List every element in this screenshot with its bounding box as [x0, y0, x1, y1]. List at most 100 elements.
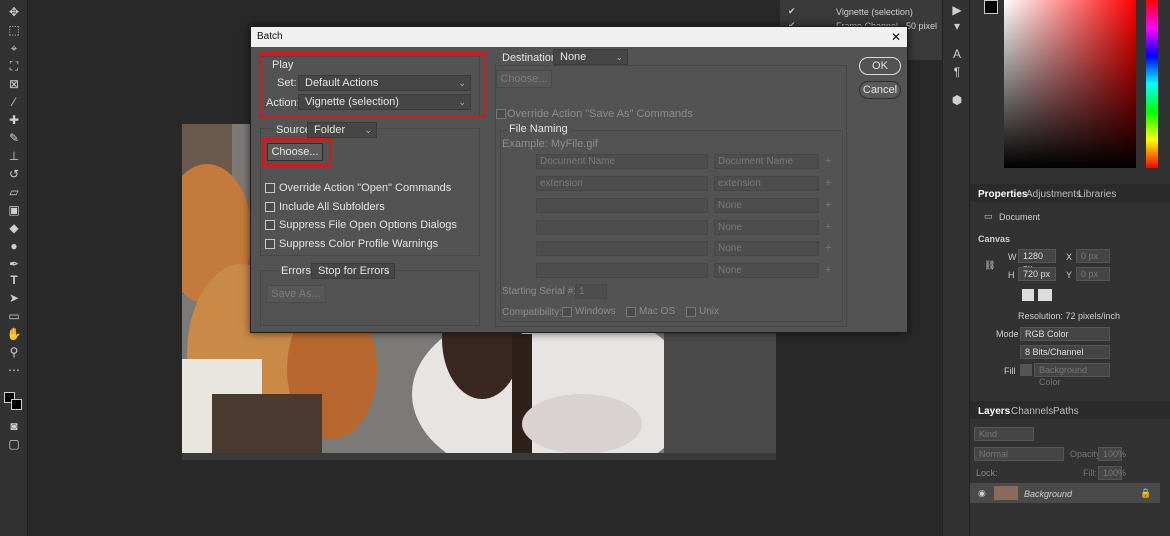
- paragraph-icon[interactable]: ¶: [948, 64, 966, 80]
- errors-select[interactable]: Stop for Errors ⌄: [311, 263, 395, 279]
- source-value: Folder: [314, 124, 346, 136]
- pen-tool-icon[interactable]: ✒: [5, 256, 23, 272]
- plus-icon[interactable]: +: [825, 221, 831, 233]
- plus-icon[interactable]: +: [825, 242, 831, 254]
- destination-choose-button[interactable]: Choose...: [496, 70, 552, 88]
- brush-tool-icon[interactable]: ✎: [5, 130, 23, 146]
- history-brush-tool-icon[interactable]: ↺: [5, 166, 23, 182]
- crop-tool-icon[interactable]: ⛶: [5, 58, 23, 74]
- override-open-checkbox[interactable]: [265, 183, 275, 193]
- suppress-profile-checkbox[interactable]: [265, 239, 275, 249]
- compat-mac-label: Mac OS: [639, 306, 676, 317]
- naming-field-1[interactable]: Document Name: [536, 154, 708, 169]
- naming-select-5[interactable]: None: [714, 241, 819, 256]
- suppress-open-options-checkbox[interactable]: [265, 220, 275, 230]
- 3d-icon[interactable]: ⬢: [948, 92, 966, 108]
- color-picker-field[interactable]: [1004, 0, 1136, 168]
- source-select[interactable]: Folder ⌄: [307, 122, 377, 138]
- tab-layers[interactable]: Layers: [978, 406, 1010, 417]
- plus-icon[interactable]: +: [825, 199, 831, 211]
- character-icon[interactable]: A: [948, 46, 966, 62]
- layer-kind-filter[interactable]: Kind: [974, 427, 1034, 441]
- compat-unix-checkbox[interactable]: [686, 307, 696, 317]
- height-field[interactable]: 720 px: [1018, 267, 1056, 281]
- plus-icon[interactable]: +: [825, 177, 831, 189]
- plus-icon[interactable]: +: [825, 264, 831, 276]
- quick-mask-icon[interactable]: ◙: [5, 418, 23, 434]
- canvas-section-label[interactable]: Canvas: [978, 234, 1010, 244]
- serial-field[interactable]: 1: [575, 284, 607, 299]
- naming-select-4[interactable]: None: [714, 220, 819, 235]
- include-subfolders-checkbox[interactable]: [265, 202, 275, 212]
- width-field[interactable]: 1280 px: [1018, 249, 1056, 273]
- shape-tool-icon[interactable]: ▭: [5, 308, 23, 324]
- compat-unix-label: Unix: [699, 306, 720, 317]
- naming-field-2[interactable]: extension: [536, 176, 708, 191]
- link-icon[interactable]: ⛓: [984, 260, 995, 271]
- screen-mode-icon[interactable]: ▢: [5, 436, 23, 452]
- blur-tool-icon[interactable]: ◆: [5, 220, 23, 236]
- action-item[interactable]: Vignette (selection): [836, 7, 913, 17]
- stamp-tool-icon[interactable]: ⊥: [5, 148, 23, 164]
- color-swatch[interactable]: [984, 0, 998, 14]
- highlight-box-choose: [262, 138, 332, 167]
- play-icon[interactable]: ▶: [948, 2, 966, 18]
- marquee-tool-icon[interactable]: ⬚: [5, 22, 23, 38]
- naming-select-1[interactable]: Document Name: [714, 154, 819, 169]
- cancel-button[interactable]: Cancel: [859, 81, 901, 99]
- more-tools-icon[interactable]: ⋯: [5, 362, 23, 378]
- type-tool-icon[interactable]: T: [5, 272, 23, 288]
- layer-name[interactable]: Background: [1024, 489, 1072, 499]
- destination-label: Destination:: [502, 52, 561, 64]
- gradient-tool-icon[interactable]: ▣: [5, 202, 23, 218]
- override-save-as-checkbox[interactable]: [496, 109, 506, 119]
- check-icon: ✔: [788, 6, 796, 16]
- lasso-tool-icon[interactable]: ⌖: [5, 40, 23, 56]
- tab-properties[interactable]: Properties: [978, 189, 1027, 200]
- fill-opacity-field[interactable]: 100%: [1098, 466, 1126, 480]
- tab-channels[interactable]: Channels: [1011, 406, 1053, 417]
- mode-select[interactable]: RGB Color: [1020, 327, 1110, 341]
- naming-field-5[interactable]: [536, 241, 708, 256]
- eraser-tool-icon[interactable]: ▱: [5, 184, 23, 200]
- naming-select-3[interactable]: None: [714, 198, 819, 213]
- destination-select[interactable]: None ⌄: [553, 49, 628, 65]
- naming-select-6[interactable]: None: [714, 263, 819, 278]
- eyedropper-tool-icon[interactable]: ⁄: [5, 94, 23, 110]
- path-selection-tool-icon[interactable]: ➤: [5, 290, 23, 306]
- background-color-swatch[interactable]: [11, 399, 22, 410]
- fill-swatch[interactable]: [1020, 364, 1032, 376]
- naming-field-4[interactable]: [536, 220, 708, 235]
- frame-tool-icon[interactable]: ⊠: [5, 76, 23, 92]
- hue-slider[interactable]: [1146, 0, 1158, 168]
- compat-windows-checkbox[interactable]: [562, 307, 572, 317]
- highlight-box-play: [259, 52, 486, 118]
- move-tool-icon[interactable]: ✥: [5, 4, 23, 20]
- fill-select[interactable]: Background Color: [1034, 363, 1110, 387]
- dialog-titlebar[interactable]: Batch ✕: [251, 27, 907, 47]
- portrait-icon[interactable]: [1022, 289, 1034, 301]
- comment-icon[interactable]: ▾: [948, 18, 966, 34]
- x-field[interactable]: 0 px: [1076, 249, 1110, 263]
- hand-tool-icon[interactable]: ✋: [5, 326, 23, 342]
- tab-paths[interactable]: Paths: [1053, 406, 1079, 417]
- naming-field-6[interactable]: [536, 263, 708, 278]
- landscape-icon[interactable]: [1038, 289, 1052, 301]
- zoom-tool-icon[interactable]: ⚲: [5, 344, 23, 360]
- y-field[interactable]: 0 px: [1076, 267, 1110, 281]
- compat-mac-checkbox[interactable]: [626, 307, 636, 317]
- errors-save-as-button[interactable]: Save As...: [266, 285, 326, 303]
- close-icon[interactable]: ✕: [891, 30, 901, 44]
- healing-tool-icon[interactable]: ✚: [5, 112, 23, 128]
- dodge-tool-icon[interactable]: ●: [5, 238, 23, 254]
- tab-adjustments[interactable]: Adjustments: [1026, 189, 1081, 200]
- ok-button[interactable]: OK: [859, 57, 901, 75]
- plus-icon[interactable]: +: [825, 155, 831, 167]
- depth-select[interactable]: 8 Bits/Channel: [1020, 345, 1110, 359]
- naming-select-2[interactable]: extension: [714, 176, 819, 191]
- blend-mode-select[interactable]: Normal: [974, 447, 1064, 461]
- eye-icon[interactable]: ◉: [978, 488, 986, 499]
- naming-field-3[interactable]: [536, 198, 708, 213]
- opacity-field[interactable]: 100%: [1098, 447, 1126, 461]
- tab-libraries[interactable]: Libraries: [1078, 189, 1116, 200]
